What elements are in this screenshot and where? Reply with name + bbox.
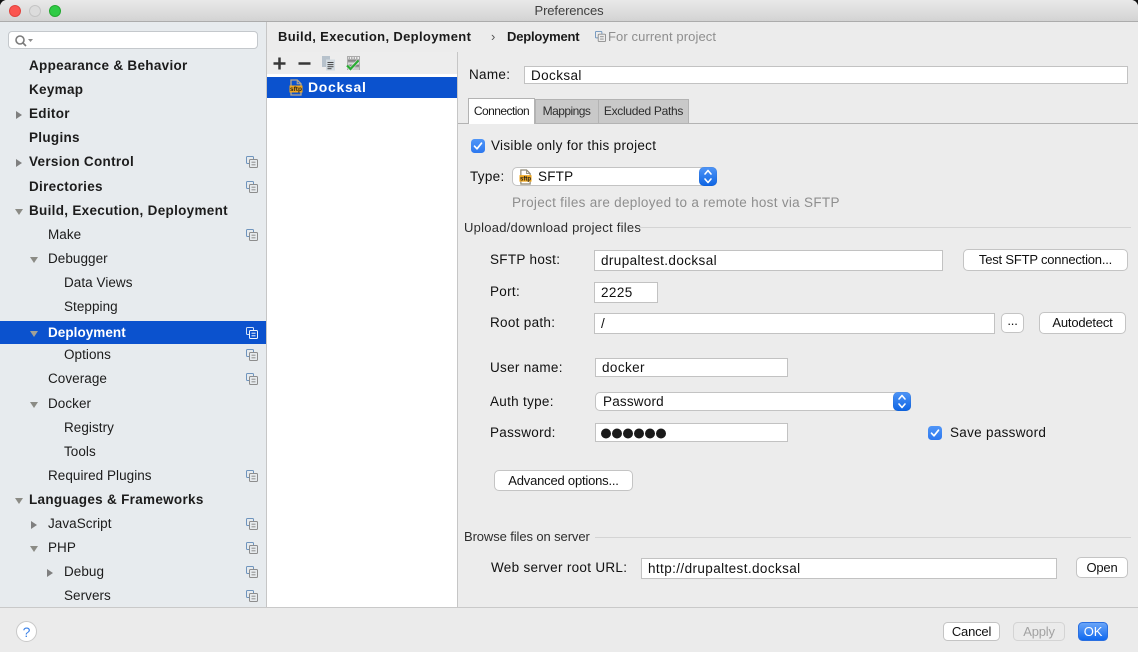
svg-text:sftp: sftp [290,86,302,93]
svg-text:sftp: sftp [520,176,531,182]
